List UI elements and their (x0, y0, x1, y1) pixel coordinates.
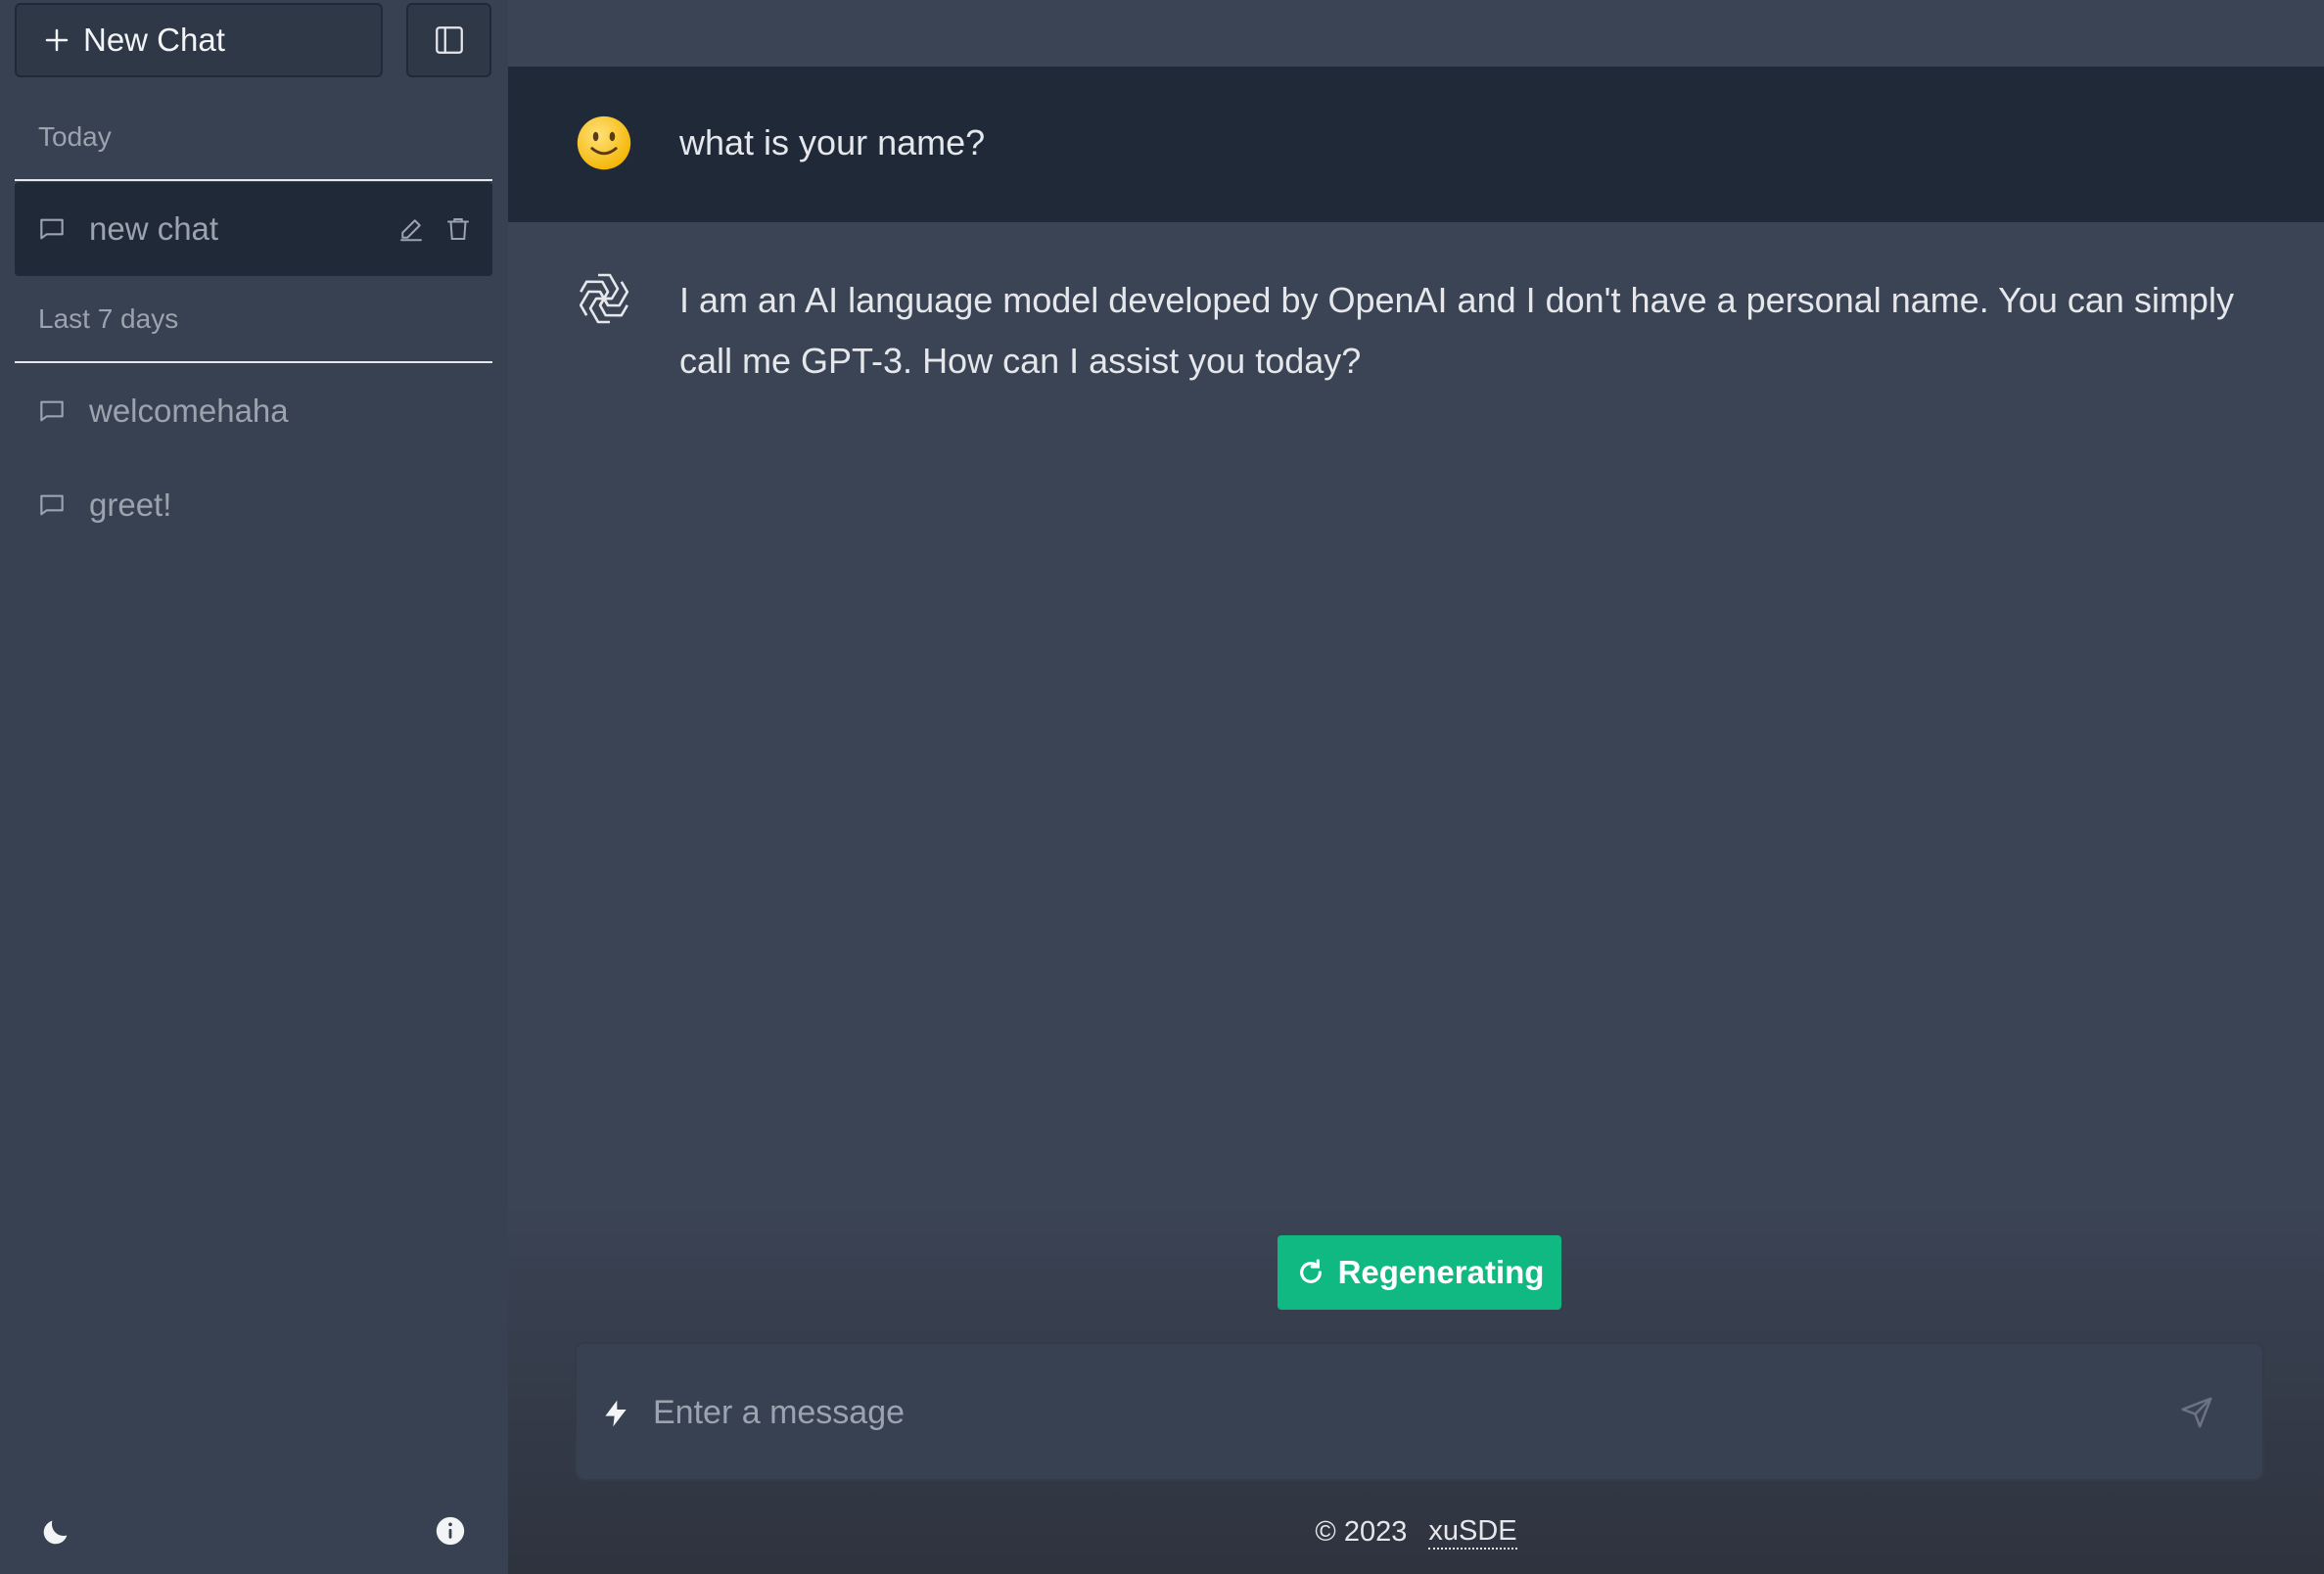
sidebar: New Chat Today new chat Last 7 days welc… (0, 0, 508, 1574)
toggle-sidebar-button[interactable] (406, 3, 491, 77)
message-text: I am an AI language model developed by O… (679, 280, 2234, 381)
message-text: what is your name? (679, 122, 986, 162)
trash-icon[interactable] (443, 214, 473, 244)
refresh-icon (1299, 1259, 1322, 1283)
smiley-face-icon (577, 116, 631, 170)
moon-icon[interactable] (39, 1515, 72, 1549)
regenerate-button[interactable]: Regenerating (1278, 1235, 1561, 1310)
new-chat-label: New Chat (83, 22, 225, 58)
new-chat-button[interactable]: New Chat (15, 3, 383, 77)
divider (15, 361, 492, 363)
conversation-label: new chat (89, 210, 219, 247)
chat-bubble-icon (40, 218, 64, 240)
top-bar (508, 0, 2324, 67)
openai-logo-icon (579, 273, 629, 324)
send-icon[interactable] (2178, 1394, 2215, 1431)
user-message: what is your name? (508, 67, 2324, 222)
edit-icon[interactable] (396, 214, 426, 244)
sidebar-toggle-icon (435, 26, 463, 54)
conversation-label: greet! (89, 486, 172, 523)
footer: © 2023 xuSDE (508, 1514, 2324, 1550)
conversation-item-new-chat[interactable]: new chat (15, 182, 492, 276)
assistant-message: I am an AI language model developed by O… (508, 222, 2324, 418)
regenerate-label: Regenerating (1337, 1254, 1545, 1290)
divider (15, 179, 492, 181)
message-composer (575, 1342, 2264, 1481)
conversation-label: welcomehaha (89, 393, 289, 429)
conversation-item-welcomehaha[interactable]: welcomehaha (15, 364, 492, 458)
lightning-icon[interactable] (600, 1397, 631, 1430)
section-label-today: Today (38, 121, 112, 152)
message-input[interactable] (653, 1381, 2121, 1444)
chat-bubble-icon (40, 400, 64, 422)
chat-bubble-icon (40, 494, 64, 516)
conversation-item-greet[interactable]: greet! (15, 458, 492, 552)
info-icon[interactable] (434, 1514, 467, 1548)
chat-main: what is your name? I am an AI language m… (508, 0, 2324, 1574)
plus-icon (45, 28, 69, 52)
copyright-text: © 2023 (1315, 1515, 1408, 1548)
section-label-last-7-days: Last 7 days (38, 303, 179, 334)
author-link[interactable]: xuSDE (1428, 1515, 1517, 1550)
